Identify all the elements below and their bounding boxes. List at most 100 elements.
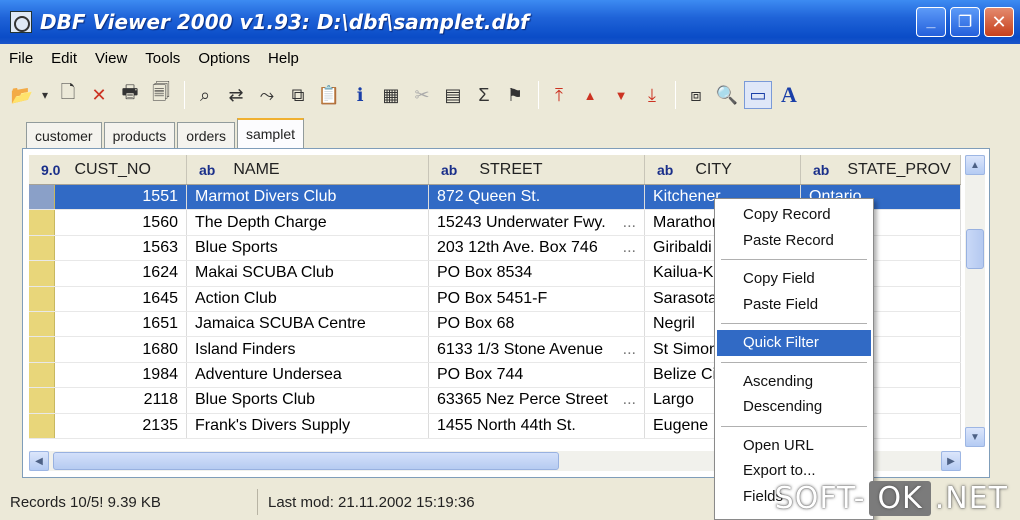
next-record-icon[interactable]: ▼ xyxy=(607,81,635,109)
filter-icon[interactable]: ⚑ xyxy=(501,81,529,109)
cell-cust-no[interactable]: 1984 xyxy=(55,362,187,388)
row-indicator[interactable] xyxy=(29,185,55,210)
tab-samplet[interactable]: samplet xyxy=(236,118,304,148)
cell-street[interactable]: 6133 1/3 Stone Avenue... xyxy=(429,337,645,362)
cell-name[interactable]: Action Club xyxy=(187,286,429,311)
context-menu-item[interactable]: Copy Field xyxy=(717,266,871,292)
menu-edit[interactable]: Edit xyxy=(42,50,86,67)
context-menu-item[interactable]: Quick Filter xyxy=(717,330,871,356)
print-icon[interactable]: 🖶 xyxy=(116,81,144,109)
context-menu-item[interactable]: Copy Record xyxy=(717,202,871,228)
cell-street[interactable]: PO Box 68 xyxy=(429,311,645,337)
replace-icon[interactable]: ⇄ xyxy=(222,81,250,109)
search-icon[interactable]: 🔍 xyxy=(713,81,741,109)
cell-street[interactable]: 1455 North 44th St. xyxy=(429,413,645,438)
tab-customer[interactable]: customer xyxy=(26,122,102,148)
row-indicator[interactable] xyxy=(29,337,55,362)
ellipsis-icon[interactable]: ... xyxy=(623,214,636,232)
scroll-up-icon[interactable]: ▲ xyxy=(965,155,985,175)
cell-name[interactable]: Frank's Divers Supply xyxy=(187,413,429,438)
cell-name[interactable]: Marmot Divers Club xyxy=(187,185,429,210)
app-icon[interactable] xyxy=(10,11,32,33)
row-indicator[interactable] xyxy=(29,235,55,261)
cell-cust-no[interactable]: 2135 xyxy=(55,413,187,438)
structure-icon[interactable]: ▦ xyxy=(377,81,405,109)
cell-street[interactable]: PO Box 744 xyxy=(429,362,645,388)
row-indicator[interactable] xyxy=(29,286,55,311)
cell-cust-no[interactable]: 1560 xyxy=(55,210,187,235)
ellipsis-icon[interactable]: ... xyxy=(623,391,636,409)
context-menu-item[interactable]: Export to... xyxy=(717,458,871,484)
dropdown-arrow-icon[interactable]: ▾ xyxy=(39,81,51,109)
cell-name[interactable]: Blue Sports Club xyxy=(187,388,429,413)
row-indicator[interactable] xyxy=(29,388,55,413)
vertical-scrollbar[interactable]: ▲ ▼ xyxy=(965,155,985,447)
scroll-down-icon[interactable]: ▼ xyxy=(965,427,985,447)
context-menu-item[interactable]: Paste Field xyxy=(717,292,871,318)
column-header-name[interactable]: ab NAME xyxy=(187,155,429,184)
paste-icon[interactable]: 📋 xyxy=(315,81,343,109)
ellipsis-icon[interactable]: ... xyxy=(623,341,636,359)
title-bar[interactable]: DBF Viewer 2000 v1.93: D:\dbf\samplet.db… xyxy=(0,0,1020,44)
new-document-icon[interactable]: 🗋 xyxy=(54,81,82,109)
font-icon[interactable]: A xyxy=(775,81,803,109)
row-indicator[interactable] xyxy=(29,210,55,235)
cell-cust-no[interactable]: 1563 xyxy=(55,235,187,261)
cell-name[interactable]: Jamaica SCUBA Centre xyxy=(187,311,429,337)
column-header-cust-no[interactable]: 9.0 CUST_NO xyxy=(29,155,187,184)
cell-cust-no[interactable]: 1680 xyxy=(55,337,187,362)
scroll-right-icon[interactable]: ▶ xyxy=(941,451,961,471)
column-header-state-prov[interactable]: ab STATE_PROV xyxy=(801,155,961,184)
column-header-street[interactable]: ab STREET xyxy=(429,155,645,184)
maximize-button[interactable]: ❐ xyxy=(950,7,980,37)
cell-cust-no[interactable]: 2118 xyxy=(55,388,187,413)
last-record-icon[interactable]: ⤓ xyxy=(638,81,666,109)
tab-products[interactable]: products xyxy=(103,122,176,148)
row-indicator[interactable] xyxy=(29,261,55,286)
cell-name[interactable]: Blue Sports xyxy=(187,235,429,261)
cell-name[interactable]: Island Finders xyxy=(187,337,429,362)
first-record-icon[interactable]: ⤒ xyxy=(545,81,573,109)
row-indicator[interactable] xyxy=(29,311,55,337)
cell-street[interactable]: 63365 Nez Perce Street... xyxy=(429,388,645,413)
scroll-left-icon[interactable]: ◀ xyxy=(29,451,49,471)
find-icon[interactable]: ⌕ xyxy=(191,81,219,109)
prev-record-icon[interactable]: ▲ xyxy=(576,81,604,109)
text-mode-icon[interactable]: ▭ xyxy=(744,81,772,109)
cell-cust-no[interactable]: 1645 xyxy=(55,286,187,311)
cell-name[interactable]: Makai SCUBA Club xyxy=(187,261,429,286)
menu-help[interactable]: Help xyxy=(259,50,308,67)
cell-street[interactable]: 203 12th Ave. Box 746... xyxy=(429,235,645,261)
context-menu-item[interactable]: Ascending xyxy=(717,369,871,395)
window-icon[interactable]: ⧈ xyxy=(682,81,710,109)
vertical-scroll-thumb[interactable] xyxy=(966,229,984,269)
cell-street[interactable]: 872 Queen St. xyxy=(429,185,645,210)
row-indicator[interactable] xyxy=(29,362,55,388)
menu-view[interactable]: View xyxy=(86,50,136,67)
menu-tools[interactable]: Tools xyxy=(136,50,189,67)
cell-cust-no[interactable]: 1551 xyxy=(55,185,187,210)
cell-name[interactable]: Adventure Undersea xyxy=(187,362,429,388)
tab-orders[interactable]: orders xyxy=(177,122,235,148)
close-button[interactable]: ✕ xyxy=(984,7,1014,37)
info-icon[interactable]: ℹ xyxy=(346,81,374,109)
delete-icon[interactable]: ✕ xyxy=(85,81,113,109)
sum-icon[interactable]: Σ xyxy=(470,81,498,109)
open-folder-icon[interactable]: 📂 xyxy=(8,81,36,109)
cell-street[interactable]: 15243 Underwater Fwy.... xyxy=(429,210,645,235)
row-indicator[interactable] xyxy=(29,413,55,438)
table-icon[interactable]: ▤ xyxy=(439,81,467,109)
goto-icon[interactable]: ⤳ xyxy=(253,81,281,109)
cell-name[interactable]: The Depth Charge xyxy=(187,210,429,235)
context-menu-item[interactable]: Paste Record xyxy=(717,228,871,254)
ellipsis-icon[interactable]: ... xyxy=(623,239,636,257)
cell-street[interactable]: PO Box 5451-F xyxy=(429,286,645,311)
column-header-city[interactable]: ab CITY xyxy=(645,155,801,184)
cell-street[interactable]: PO Box 8534 xyxy=(429,261,645,286)
menu-options[interactable]: Options xyxy=(189,50,259,67)
context-menu-item[interactable]: Open URL xyxy=(717,433,871,459)
horizontal-scroll-thumb[interactable] xyxy=(53,452,559,470)
copy-records-icon[interactable]: ⧉ xyxy=(284,81,312,109)
cell-cust-no[interactable]: 1624 xyxy=(55,261,187,286)
menu-file[interactable]: File xyxy=(0,50,42,67)
